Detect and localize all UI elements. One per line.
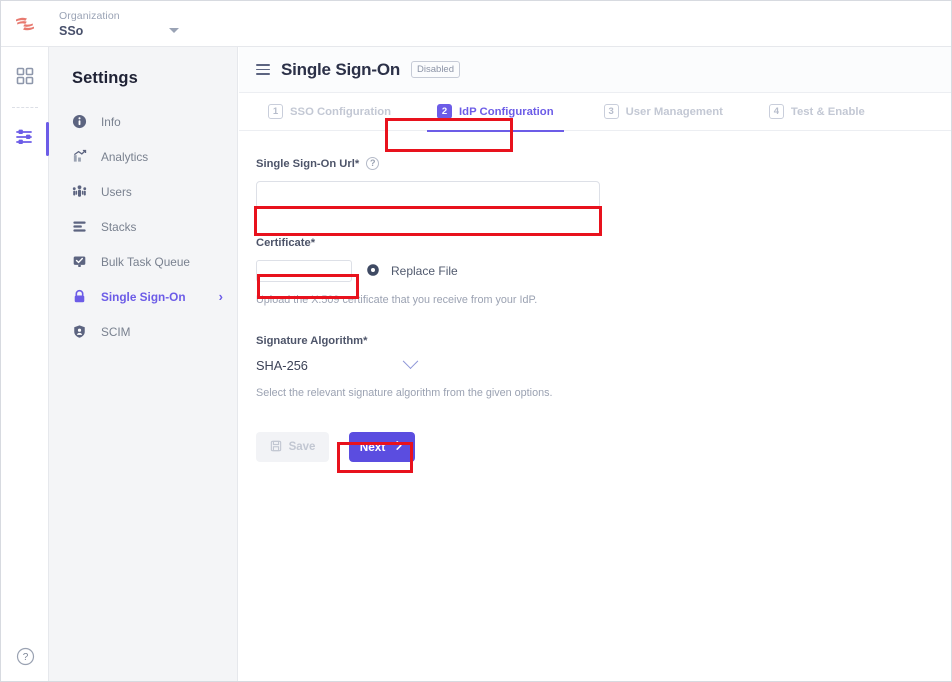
- chevron-right-icon: [394, 440, 404, 454]
- signature-algorithm-label: Signature Algorithm*: [256, 335, 367, 347]
- certificate-input[interactable]: [256, 260, 352, 282]
- sidebar-item-label: Single Sign-On: [101, 290, 186, 304]
- next-label: Next: [360, 440, 386, 454]
- grid-apps-icon: [15, 66, 35, 91]
- tab-user-management[interactable]: 3 User Management: [590, 93, 737, 131]
- users-group-icon: [72, 184, 90, 199]
- application-window: Organization SSo: [0, 0, 952, 682]
- replace-file-button[interactable]: Replace File: [366, 263, 458, 280]
- tab-label: IdP Configuration: [459, 106, 554, 118]
- upload-file-icon: [366, 263, 380, 280]
- stacks-layers-icon: [72, 219, 90, 234]
- rail-item-settings[interactable]: [1, 116, 49, 162]
- chevron-right-icon: ›: [219, 289, 223, 304]
- help-circle-icon[interactable]: ?: [366, 157, 379, 170]
- page-header: Single Sign-On Disabled: [239, 47, 951, 93]
- tab-number: 2: [437, 104, 452, 119]
- save-disk-icon: [270, 440, 282, 455]
- tab-number: 3: [604, 104, 619, 119]
- tab-sso-configuration[interactable]: 1 SSO Configuration: [254, 93, 405, 131]
- next-button[interactable]: Next: [349, 432, 415, 462]
- certificate-label: Certificate*: [256, 237, 315, 249]
- sidebar-item-label: Info: [101, 115, 121, 129]
- wizard-tabs: 1 SSO Configuration 2 IdP Configuration …: [239, 93, 951, 131]
- contentstack-logo-icon[interactable]: [1, 1, 49, 47]
- sliders-settings-icon: [14, 126, 36, 153]
- left-icon-rail: ?: [1, 47, 49, 681]
- tab-number: 4: [769, 104, 784, 119]
- tab-label: SSO Configuration: [290, 106, 391, 118]
- caret-down-icon[interactable]: [169, 28, 179, 33]
- lock-icon: [72, 289, 90, 304]
- status-badge: Disabled: [411, 61, 460, 78]
- tab-label: Test & Enable: [791, 106, 865, 118]
- signature-algorithm-value: SHA-256: [256, 358, 308, 373]
- chevron-down-icon: [403, 353, 419, 369]
- sidebar-item-label: SCIM: [101, 325, 131, 339]
- sidebar-item-label: Stacks: [101, 220, 136, 234]
- save-label: Save: [289, 441, 316, 453]
- analytics-chart-icon: [72, 149, 90, 164]
- info-circle-icon: [72, 114, 90, 129]
- tab-number: 1: [268, 104, 283, 119]
- sidebar-item-label: Users: [101, 185, 132, 199]
- svg-text:?: ?: [22, 652, 28, 663]
- sidebar-item-analytics[interactable]: Analytics: [49, 139, 237, 174]
- help-circle-icon: ?: [16, 647, 35, 671]
- organization-name: SSo: [59, 23, 83, 39]
- settings-sidebar: Settings Info Analytics: [49, 47, 238, 681]
- sidebar-item-label: Bulk Task Queue: [101, 255, 190, 269]
- sidebar-item-scim[interactable]: SCIM: [49, 314, 237, 349]
- bulk-task-queue-icon: [72, 254, 90, 269]
- page-title: Single Sign-On: [281, 60, 400, 80]
- tab-label: User Management: [626, 106, 723, 118]
- hamburger-icon[interactable]: [256, 64, 270, 75]
- certificate-label-row: Certificate*: [256, 237, 951, 249]
- organization-selector[interactable]: Organization SSo: [59, 1, 179, 47]
- main-content: Single Sign-On Disabled 1 SSO Configurat…: [239, 47, 951, 681]
- idp-configuration-form: Single Sign-On Url* ? Certificate*: [239, 131, 951, 462]
- sidebar-item-info[interactable]: Info: [49, 104, 237, 139]
- field-certificate: Certificate* Replace File Uplo: [256, 237, 951, 307]
- signature-algorithm-label-row: Signature Algorithm*: [256, 335, 951, 347]
- form-actions: Save Next: [256, 432, 951, 462]
- top-bar: Organization SSo: [1, 1, 951, 47]
- tab-idp-configuration[interactable]: 2 IdP Configuration: [423, 93, 568, 131]
- save-button[interactable]: Save: [256, 432, 329, 462]
- rail-item-help[interactable]: ?: [1, 647, 49, 671]
- sso-url-input[interactable]: [256, 181, 600, 209]
- shield-user-icon: [72, 324, 90, 339]
- rail-divider: [12, 107, 38, 108]
- sidebar-item-users[interactable]: Users: [49, 174, 237, 209]
- sso-url-label-row: Single Sign-On Url* ?: [256, 157, 951, 170]
- certificate-hint: Upload the X.509 certificate that you re…: [256, 293, 951, 307]
- sidebar-item-stacks[interactable]: Stacks: [49, 209, 237, 244]
- field-signature-algorithm: Signature Algorithm* SHA-256 Select the …: [256, 335, 951, 400]
- signature-algorithm-select[interactable]: SHA-256: [256, 358, 416, 373]
- tab-test-and-enable[interactable]: 4 Test & Enable: [755, 93, 879, 131]
- sidebar-item-bulk-task-queue[interactable]: Bulk Task Queue: [49, 244, 237, 279]
- field-sso-url: Single Sign-On Url* ?: [256, 157, 951, 209]
- sidebar-item-single-sign-on[interactable]: Single Sign-On ›: [49, 279, 237, 314]
- replace-file-label: Replace File: [391, 264, 458, 278]
- organization-label: Organization: [59, 9, 179, 23]
- sso-url-label: Single Sign-On Url*: [256, 158, 359, 170]
- signature-algorithm-hint: Select the relevant signature algorithm …: [256, 386, 951, 400]
- sidebar-item-label: Analytics: [101, 150, 148, 164]
- rail-item-apps[interactable]: [1, 55, 49, 101]
- certificate-row: Replace File: [256, 260, 951, 282]
- settings-title: Settings: [49, 69, 237, 88]
